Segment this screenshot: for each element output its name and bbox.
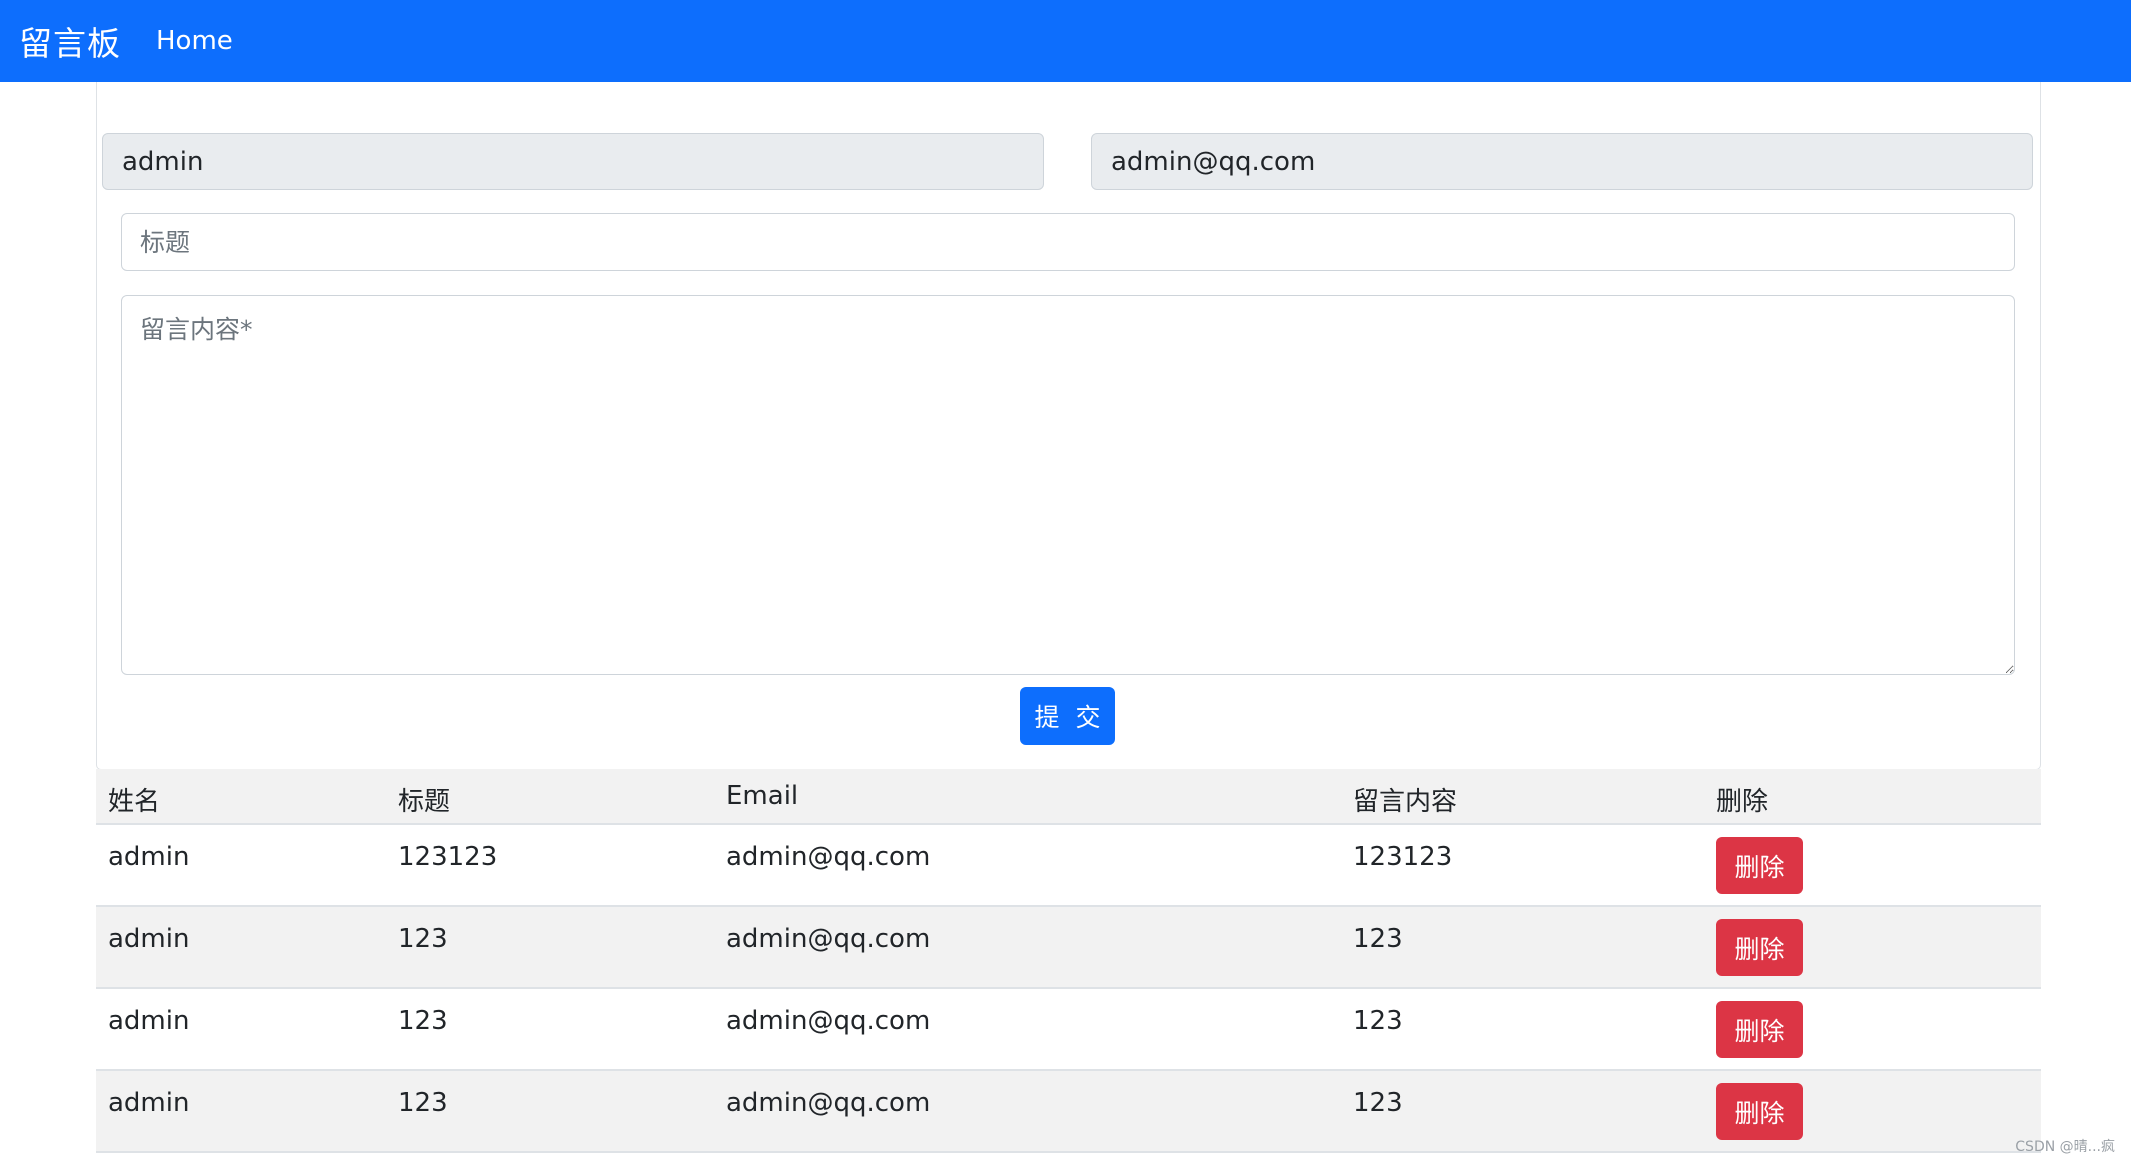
top-navbar: 留言板 Home [0, 0, 2131, 82]
header-name: 姓名 [108, 787, 161, 817]
cell-name: admin [108, 924, 190, 954]
cell-name: admin [108, 842, 190, 872]
cell-title: 123 [398, 1006, 448, 1036]
table-row: admin 123 admin@qq.com 123 删除 [96, 1071, 2041, 1153]
cell-title: 123 [398, 1088, 448, 1118]
cell-content: 123123 [1353, 842, 1453, 872]
cell-email: admin@qq.com [726, 842, 931, 872]
cell-email: admin@qq.com [726, 1006, 931, 1036]
cell-name: admin [108, 1088, 190, 1118]
header-delete: 删除 [1716, 787, 1769, 817]
cell-title: 123123 [398, 842, 498, 872]
table-row: admin 123123 admin@qq.com 123123 删除 [96, 825, 2041, 907]
messages-table: 姓名 标题 Email 留言内容 删除 admin 123123 admin@q… [96, 769, 2041, 1153]
cell-content: 123 [1353, 924, 1403, 954]
header-title: 标题 [398, 787, 451, 817]
content-textarea[interactable] [121, 295, 2015, 675]
header-email: Email [726, 781, 799, 811]
watermark-text: CSDN @晴...疯 [2015, 1139, 2115, 1155]
delete-button[interactable]: 删除 [1716, 1083, 1803, 1140]
table-header-row: 姓名 标题 Email 留言内容 删除 [96, 769, 2041, 825]
delete-button[interactable]: 删除 [1716, 1001, 1803, 1058]
table-row: admin 123 admin@qq.com 123 删除 [96, 989, 2041, 1071]
submit-button[interactable]: 提 交 [1020, 687, 1115, 745]
cell-email: admin@qq.com [726, 924, 931, 954]
cell-email: admin@qq.com [726, 1088, 931, 1118]
cell-title: 123 [398, 924, 448, 954]
name-field[interactable]: admin [102, 133, 1044, 190]
table-row: admin 123 admin@qq.com 123 删除 [96, 907, 2041, 989]
cell-content: 123 [1353, 1088, 1403, 1118]
delete-button[interactable]: 删除 [1716, 837, 1803, 894]
header-content: 留言内容 [1353, 787, 1458, 817]
cell-name: admin [108, 1006, 190, 1036]
delete-button[interactable]: 删除 [1716, 919, 1803, 976]
email-field[interactable]: admin@qq.com [1091, 133, 2033, 190]
brand-title[interactable]: 留言板 [19, 17, 121, 65]
title-input[interactable] [121, 213, 2015, 271]
cell-content: 123 [1353, 1006, 1403, 1036]
nav-home-link[interactable]: Home [156, 26, 233, 56]
